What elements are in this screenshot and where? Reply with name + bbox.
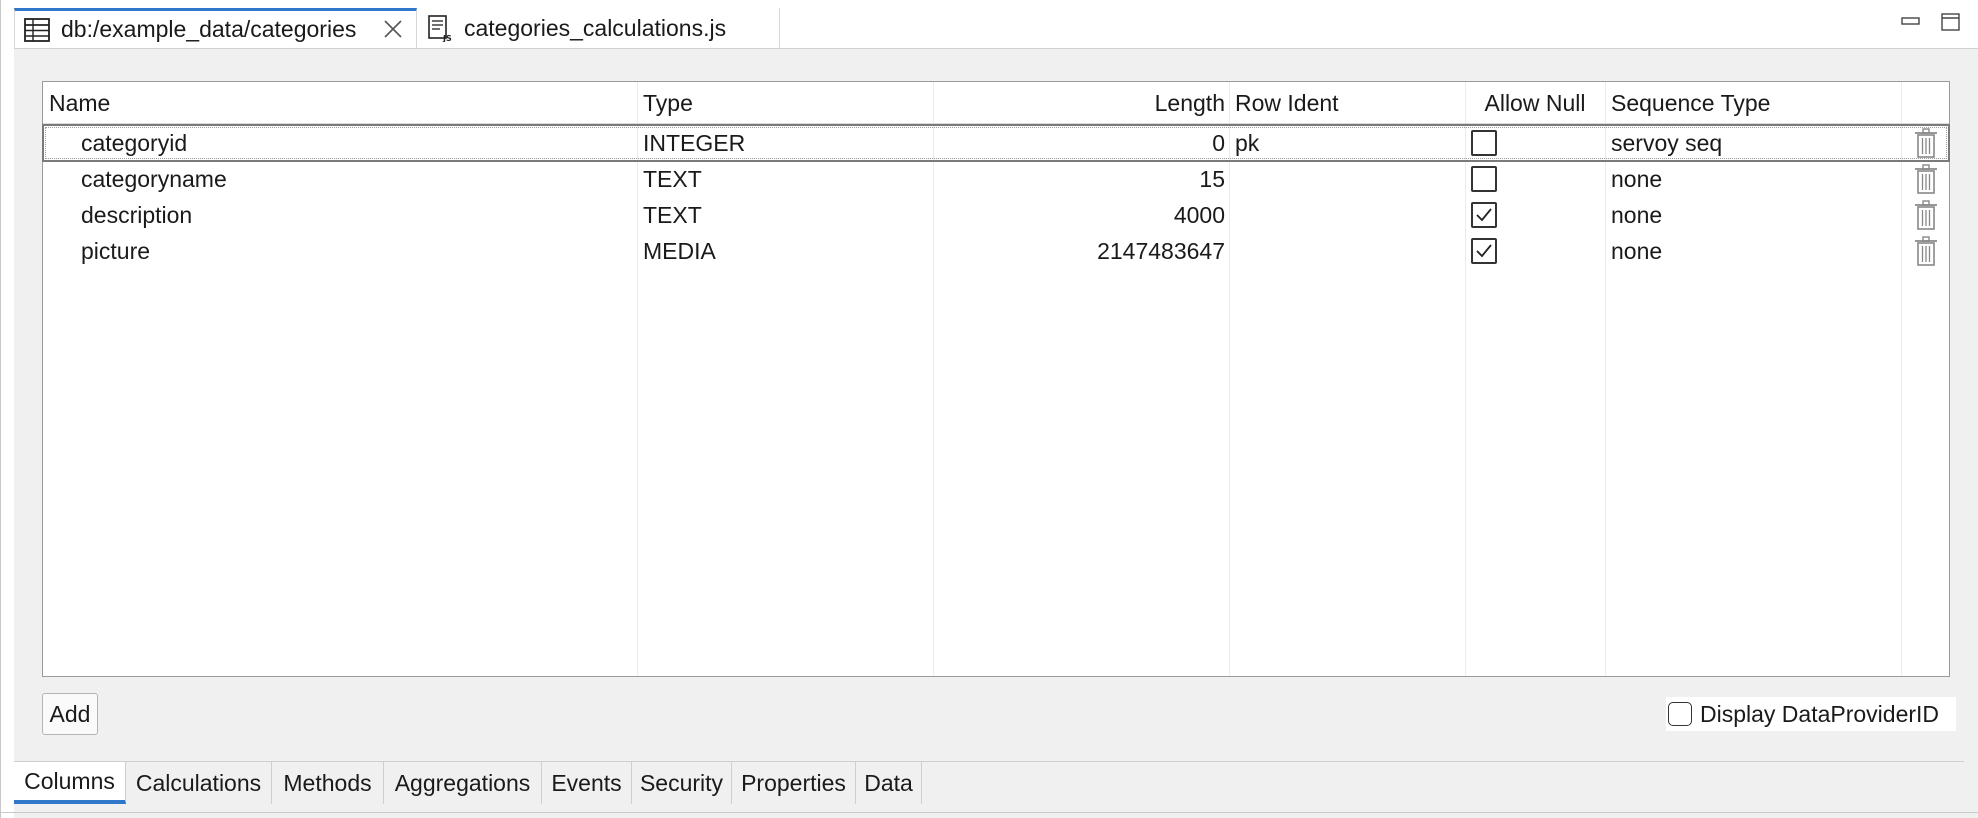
table-editor: Name Type Length Row Ident Allow Null Se…: [14, 48, 1978, 818]
cell-length[interactable]: 0: [933, 125, 1225, 161]
columns-table: Name Type Length Row Ident Allow Null Se…: [42, 81, 1950, 677]
add-column-button[interactable]: Add: [42, 693, 98, 735]
table-row[interactable]: description TEXT 4000 none: [43, 197, 1949, 233]
checkbox-label: Display DataProviderID: [1700, 700, 1940, 727]
display-dataprovider-checkbox[interactable]: Display DataProviderID: [1666, 697, 1956, 731]
allow-null-checkbox[interactable]: [1471, 166, 1497, 192]
table-row[interactable]: picture MEDIA 2147483647 none: [43, 233, 1949, 269]
table-row[interactable]: categoryname TEXT 15 none: [43, 161, 1949, 197]
table-icon: [24, 17, 50, 42]
cell-length[interactable]: 2147483647: [933, 233, 1225, 269]
cell-row-ident[interactable]: pk: [1235, 125, 1259, 161]
minimize-icon[interactable]: [1900, 12, 1922, 32]
trash-icon[interactable]: [1913, 199, 1939, 231]
bottom-border: [0, 812, 1978, 813]
cell-name[interactable]: picture: [81, 233, 150, 269]
editor-page-tabs: Columns Calculations Methods Aggregation…: [14, 761, 1964, 807]
cell-type[interactable]: INTEGER: [643, 125, 745, 161]
cell-type[interactable]: MEDIA: [643, 233, 716, 269]
cell-type[interactable]: TEXT: [643, 197, 702, 233]
tab-security[interactable]: Security: [632, 762, 732, 804]
header-allow-null[interactable]: Allow Null: [1465, 82, 1605, 124]
tab-calculations[interactable]: Calculations: [126, 762, 272, 804]
tab-aggregations[interactable]: Aggregations: [384, 762, 542, 804]
tab-properties[interactable]: Properties: [732, 762, 856, 804]
svg-text:JS: JS: [442, 34, 452, 42]
cell-name[interactable]: categoryid: [81, 125, 187, 161]
left-border: [0, 0, 1, 818]
trash-icon[interactable]: [1913, 127, 1939, 159]
allow-null-checkbox[interactable]: [1471, 130, 1497, 156]
tab-methods[interactable]: Methods: [272, 762, 384, 804]
trash-icon[interactable]: [1913, 163, 1939, 195]
header-type[interactable]: Type: [637, 82, 933, 124]
cell-length[interactable]: 4000: [933, 197, 1225, 233]
checkmark-icon: [1476, 244, 1492, 258]
cell-sequence-type[interactable]: servoy seq: [1611, 125, 1722, 161]
allow-null-checkbox[interactable]: [1471, 238, 1497, 264]
js-file-icon: JS: [428, 15, 452, 42]
checkmark-icon: [1476, 208, 1492, 222]
cell-sequence-type[interactable]: none: [1611, 233, 1662, 269]
cell-name[interactable]: description: [81, 197, 192, 233]
trash-icon[interactable]: [1913, 235, 1939, 267]
header-name[interactable]: Name: [43, 82, 637, 124]
close-icon[interactable]: [382, 18, 404, 40]
allow-null-checkbox[interactable]: [1471, 202, 1497, 228]
tab-label: db:/example_data/categories: [61, 16, 357, 42]
table-row[interactable]: categoryid INTEGER 0 pk servoy seq: [42, 124, 1950, 162]
cell-name[interactable]: categoryname: [81, 161, 227, 197]
table-header: Name Type Length Row Ident Allow Null Se…: [43, 82, 1949, 124]
tab-events[interactable]: Events: [542, 762, 632, 804]
cell-type[interactable]: TEXT: [643, 161, 702, 197]
cell-sequence-type[interactable]: none: [1611, 197, 1662, 233]
tab-columns[interactable]: Columns: [14, 762, 126, 804]
tab-calculations-js[interactable]: JS categories_calculations.js: [418, 8, 780, 48]
checkbox-box[interactable]: [1668, 702, 1692, 726]
cell-length[interactable]: 15: [933, 161, 1225, 197]
header-sequence-type[interactable]: Sequence Type: [1605, 82, 1901, 124]
editor-tab-bar: db:/example_data/categories JS categorie…: [0, 0, 1978, 818]
header-row-ident[interactable]: Row Ident: [1229, 82, 1465, 124]
maximize-icon[interactable]: [1940, 12, 1962, 32]
tab-categories-table[interactable]: db:/example_data/categories: [14, 8, 417, 48]
tab-label: categories_calculations.js: [464, 14, 727, 41]
header-length[interactable]: Length: [933, 82, 1229, 124]
cell-sequence-type[interactable]: none: [1611, 161, 1662, 197]
tab-data[interactable]: Data: [856, 762, 922, 804]
